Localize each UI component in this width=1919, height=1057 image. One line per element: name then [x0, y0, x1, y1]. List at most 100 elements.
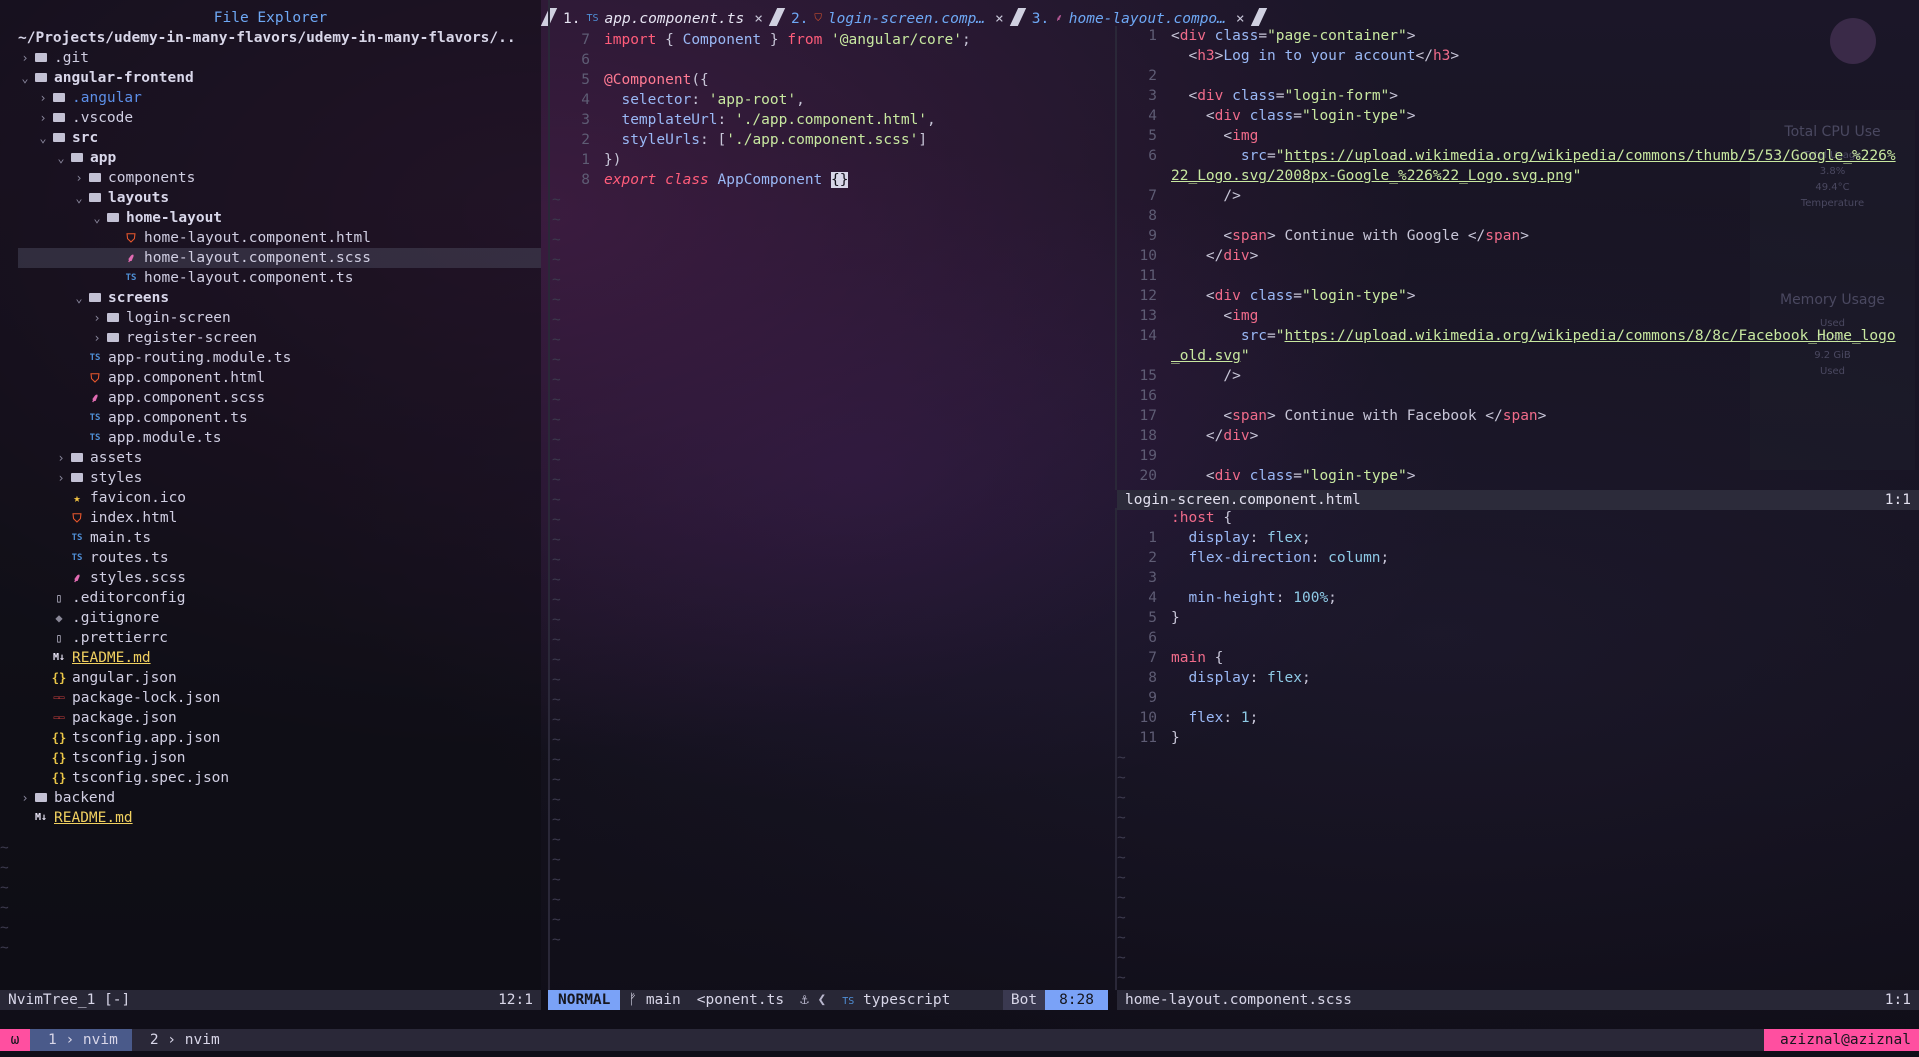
tree-item[interactable]: {} tsconfig.json — [0, 748, 541, 768]
tree-item-label: app.module.ts — [108, 430, 222, 446]
code-lines[interactable]: 1 <div class="page-container"> <h3>Log in… — [1117, 26, 1919, 486]
code-line[interactable]: 8 display: flex; — [1117, 668, 1919, 688]
code-line[interactable]: 4 min-height: 100%; — [1117, 588, 1919, 608]
tree-item[interactable]: ⛉ home-layout.component.html — [0, 228, 541, 248]
tree-item[interactable]: M↓ README.md — [0, 808, 541, 828]
tree-item[interactable]: ◆ .gitignore — [0, 608, 541, 628]
tree-item[interactable]: ⌄ src — [0, 128, 541, 148]
code-line[interactable]: 9 — [1117, 688, 1919, 708]
tree-item[interactable]: › .vscode — [0, 108, 541, 128]
tree-item[interactable]: › components — [0, 168, 541, 188]
code-line[interactable]: :host { — [1117, 508, 1919, 528]
code-line[interactable]: 6 src="https://upload.wikimedia.org/wiki… — [1117, 146, 1919, 166]
tree-item[interactable]: {} tsconfig.app.json — [0, 728, 541, 748]
code-line[interactable]: 15 /> — [1117, 366, 1919, 386]
tree-item[interactable]: ⌄ home-layout — [0, 208, 541, 228]
code-line[interactable]: 4 <div class="login-type"> — [1117, 106, 1919, 126]
tmux-statusbar[interactable]: ω 1 › nvim 2 › nvim aziznal@aziznal — [0, 1029, 1919, 1051]
code-line[interactable]: 8 — [1117, 206, 1919, 226]
tree-item[interactable]: ▭▭ package.json — [0, 708, 541, 728]
tree-item[interactable]: ⌄ angular-frontend — [0, 68, 541, 88]
code-line[interactable]: 11 — [1117, 266, 1919, 286]
tree-item[interactable]: ⸙ app.component.scss — [0, 388, 541, 408]
tree-item[interactable]: ⛉ app.component.html — [0, 368, 541, 388]
code-line[interactable]: 11} — [1117, 728, 1919, 748]
tree-item[interactable]: M↓ README.md — [0, 648, 541, 668]
code-line[interactable]: 5 @Component({ — [550, 70, 1110, 90]
code-token: span — [1485, 228, 1521, 244]
tree-item[interactable]: ⌄ app — [0, 148, 541, 168]
tree-item[interactable]: TS routes.ts — [0, 548, 541, 568]
tree-item[interactable]: ▭▭ package-lock.json — [0, 688, 541, 708]
chevron-right-icon: › — [93, 331, 101, 345]
tmux-window-2[interactable]: 2 › nvim — [132, 1029, 234, 1051]
tree-item[interactable]: ⸙ home-layout.component.scss — [18, 248, 541, 268]
code-line[interactable]: 16 — [1117, 386, 1919, 406]
tree-item[interactable]: ▯ .prettierrc — [0, 628, 541, 648]
tree-item[interactable]: › .angular — [0, 88, 541, 108]
tree-item[interactable]: › register-screen — [0, 328, 541, 348]
code-line[interactable]: 19 — [1117, 446, 1919, 466]
code-line[interactable]: 1 <div class="page-container"> — [1117, 26, 1919, 46]
tree-item[interactable]: ⛉ index.html — [0, 508, 541, 528]
tmux-window-1[interactable]: 1 › nvim — [30, 1029, 132, 1051]
tree-item[interactable]: ▯ .editorconfig — [0, 588, 541, 608]
file-tree[interactable]: › .git ⌄ angular-frontend › .angular › .vscode ⌄… — [0, 48, 541, 828]
editor-app-component-ts[interactable]: 7 import { Component } from '@angular/cor… — [548, 0, 1110, 990]
code-line[interactable]: 3 — [1117, 568, 1919, 588]
tree-item[interactable]: ★ favicon.ico — [0, 488, 541, 508]
code-line[interactable]: 1 display: flex; — [1117, 528, 1919, 548]
tree-item[interactable]: › backend — [0, 788, 541, 808]
code-line[interactable]: 17 <span> Continue with Facebook </span> — [1117, 406, 1919, 426]
code-line[interactable]: 6 — [550, 50, 1110, 70]
tree-item[interactable]: ⸙ styles.scss — [0, 568, 541, 588]
code-line[interactable]: 22_Logo.svg/2008px-Google_%226%22_Logo.s… — [1117, 166, 1919, 186]
tree-item[interactable]: › assets — [0, 448, 541, 468]
code-line[interactable]: 2 flex-direction: column; — [1117, 548, 1919, 568]
code-line[interactable]: 9 <span> Continue with Google </span> — [1117, 226, 1919, 246]
line-number: 3 — [581, 112, 590, 128]
tree-item[interactable]: {} tsconfig.spec.json — [0, 768, 541, 788]
code-line[interactable]: 7 /> — [1117, 186, 1919, 206]
window-status-login-screen[interactable]: login-screen.component.html 1:1 — [1117, 490, 1919, 510]
editor-home-layout-scss[interactable]: :host {1 display: flex; 2 flex-direction:… — [1115, 508, 1919, 990]
code-lines[interactable]: :host {1 display: flex; 2 flex-direction:… — [1117, 508, 1919, 748]
code-line[interactable]: 3 <div class="login-form"> — [1117, 86, 1919, 106]
code-line[interactable]: 5 <img — [1117, 126, 1919, 146]
tree-item[interactable]: › styles — [0, 468, 541, 488]
code-line[interactable]: 7 import { Component } from '@angular/cor… — [550, 30, 1110, 50]
code-line[interactable]: 1}) — [550, 150, 1110, 170]
code-line[interactable]: 6 — [1117, 628, 1919, 648]
file-explorer-pane[interactable]: File Explorer ~/Projects/udemy-in-many-f… — [0, 0, 541, 990]
editor-login-screen-html[interactable]: 1 <div class="page-container"> <h3>Log in… — [1115, 26, 1919, 490]
code-line[interactable]: 13 <img — [1117, 306, 1919, 326]
tree-item[interactable]: TS app.module.ts — [0, 428, 541, 448]
code-line[interactable]: 5} — [1117, 608, 1919, 628]
code-line[interactable]: 2 — [1117, 66, 1919, 86]
code-line[interactable]: 14 src="https://upload.wikimedia.org/wik… — [1117, 326, 1919, 346]
tree-item[interactable]: › login-screen — [0, 308, 541, 328]
tree-item[interactable]: TS app.component.ts — [0, 408, 541, 428]
code-line[interactable]: _old.svg" — [1117, 346, 1919, 366]
tree-item[interactable]: › .git — [0, 48, 541, 68]
tree-item[interactable]: TS home-layout.component.ts — [0, 268, 541, 288]
code-line[interactable]: 10 </div> — [1117, 246, 1919, 266]
code-line[interactable]: 2 styleUrls: ['./app.component.scss'] — [550, 130, 1110, 150]
code-line[interactable]: 8 export class AppComponent {} — [550, 170, 1110, 190]
code-lines[interactable]: 7 import { Component } from '@angular/cor… — [550, 30, 1110, 190]
tree-item[interactable]: {} angular.json — [0, 668, 541, 688]
code-line[interactable]: <h3>Log in to your account</h3> — [1117, 46, 1919, 66]
code-line[interactable]: 10 flex: 1; — [1117, 708, 1919, 728]
folder-icon — [32, 788, 50, 808]
code-line[interactable]: 4 selector: 'app-root', — [550, 90, 1110, 110]
tmux-window-list[interactable]: 1 › nvim 2 › nvim — [30, 1029, 234, 1051]
code-line[interactable]: 20 <div class="login-type"> — [1117, 466, 1919, 486]
code-line[interactable]: 3 templateUrl: './app.component.html', — [550, 110, 1110, 130]
tree-item[interactable]: ⌄ layouts — [0, 188, 541, 208]
code-line[interactable]: 18 </div> — [1117, 426, 1919, 446]
code-line[interactable]: 12 <div class="login-type"> — [1117, 286, 1919, 306]
tree-item[interactable]: ⌄ screens — [0, 288, 541, 308]
code-line[interactable]: 7 main { — [1117, 648, 1919, 668]
tree-item[interactable]: TS main.ts — [0, 528, 541, 548]
tree-item[interactable]: TS app-routing.module.ts — [0, 348, 541, 368]
